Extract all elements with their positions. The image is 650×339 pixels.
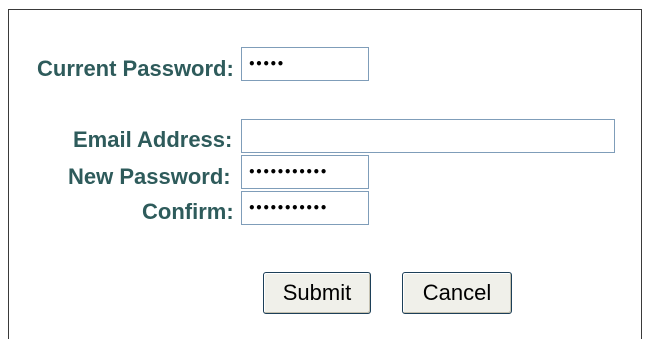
confirm-label: Confirm: xyxy=(142,199,234,224)
submit-button[interactable]: Submit xyxy=(263,272,371,314)
new-password-field[interactable]: ••••••••••• xyxy=(241,155,369,189)
current-password-label: Current Password: xyxy=(37,56,234,81)
new-password-value: ••••••••••• xyxy=(248,165,327,179)
new-password-label: New Password: xyxy=(68,164,231,189)
confirm-password-value: ••••••••••• xyxy=(248,201,327,215)
current-password-field[interactable]: ••••• xyxy=(241,47,369,81)
email-address-field[interactable] xyxy=(241,119,615,153)
cancel-button[interactable]: Cancel xyxy=(402,272,512,314)
email-address-label: Email Address: xyxy=(73,127,233,152)
confirm-password-field[interactable]: ••••••••••• xyxy=(241,191,369,225)
current-password-value: ••••• xyxy=(248,57,284,71)
